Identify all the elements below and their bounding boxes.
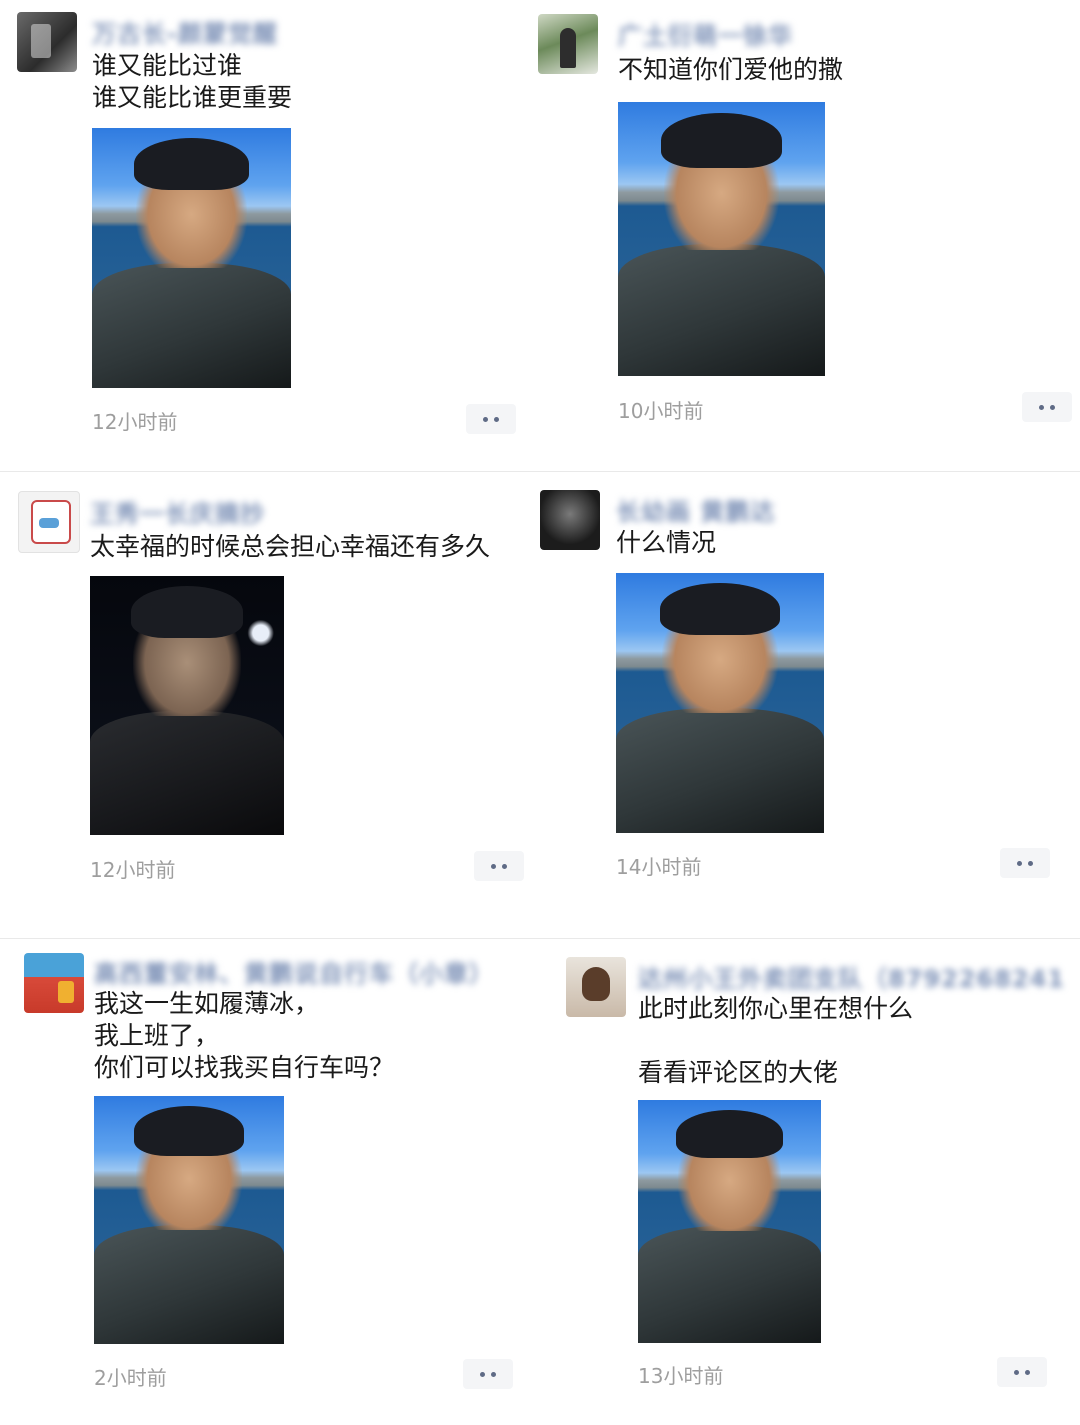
user-name[interactable]: 万古长-颜蒙觉醒 (92, 14, 278, 49)
post-time: 10小时前 (618, 399, 704, 423)
user-name[interactable]: 王秀一长庆摘抄 (90, 494, 265, 529)
post-time: 14小时前 (616, 855, 702, 879)
avatar[interactable] (17, 12, 77, 72)
post-time: 12小时前 (90, 858, 176, 882)
avatar[interactable] (540, 490, 600, 550)
more-button[interactable] (463, 1359, 513, 1389)
post-photo[interactable] (94, 1096, 284, 1344)
user-name[interactable]: 高西董安林、黄鹏说自行车（小章） (94, 954, 494, 989)
more-dots-icon (491, 863, 496, 869)
avatar[interactable] (18, 491, 80, 553)
user-name[interactable]: 长幼画 黄鹏达 (616, 492, 775, 527)
more-dots-icon (1017, 860, 1022, 866)
more-dots-icon (1039, 404, 1044, 410)
post-text: 太幸福的时候总会担心幸福还有多久 (90, 532, 491, 561)
avatar[interactable] (538, 14, 598, 74)
post-photo[interactable] (618, 102, 825, 376)
post-photo[interactable] (638, 1100, 821, 1343)
user-name[interactable]: 广土衍萌一徐华 (618, 16, 793, 51)
post-time: 2小时前 (94, 1366, 167, 1390)
post-text: 我这一生如履薄冰， 我上班了， 你们可以找我买自行车吗？ (94, 989, 395, 1082)
row-divider (0, 471, 1080, 472)
more-dots-icon (480, 1371, 485, 1377)
post-photo[interactable] (616, 573, 824, 833)
more-button[interactable] (1000, 848, 1050, 878)
post-text: 此时此刻你心里在想什么 看看评论区的大佬 (638, 994, 914, 1087)
more-dots-icon (1014, 1369, 1019, 1375)
post-text: 不知道你们爱他的撒 (618, 55, 844, 84)
more-button[interactable] (466, 404, 516, 434)
post-time: 13小时前 (638, 1364, 724, 1388)
avatar[interactable] (566, 957, 626, 1017)
avatar[interactable] (24, 953, 84, 1013)
post-text: 什么情况 (616, 528, 717, 557)
post-photo[interactable] (92, 128, 291, 388)
more-button[interactable] (474, 851, 524, 881)
more-button[interactable] (997, 1357, 1047, 1387)
post-time: 12小时前 (92, 410, 178, 434)
row-divider (0, 938, 1080, 939)
post-photo[interactable] (90, 576, 284, 835)
post-text: 谁又能比过谁 谁又能比谁更重要 (92, 51, 293, 112)
more-button[interactable] (1022, 392, 1072, 422)
user-name[interactable]: 达州小王外卖团支队（8792268241 (638, 959, 1065, 994)
more-dots-icon (483, 416, 488, 422)
